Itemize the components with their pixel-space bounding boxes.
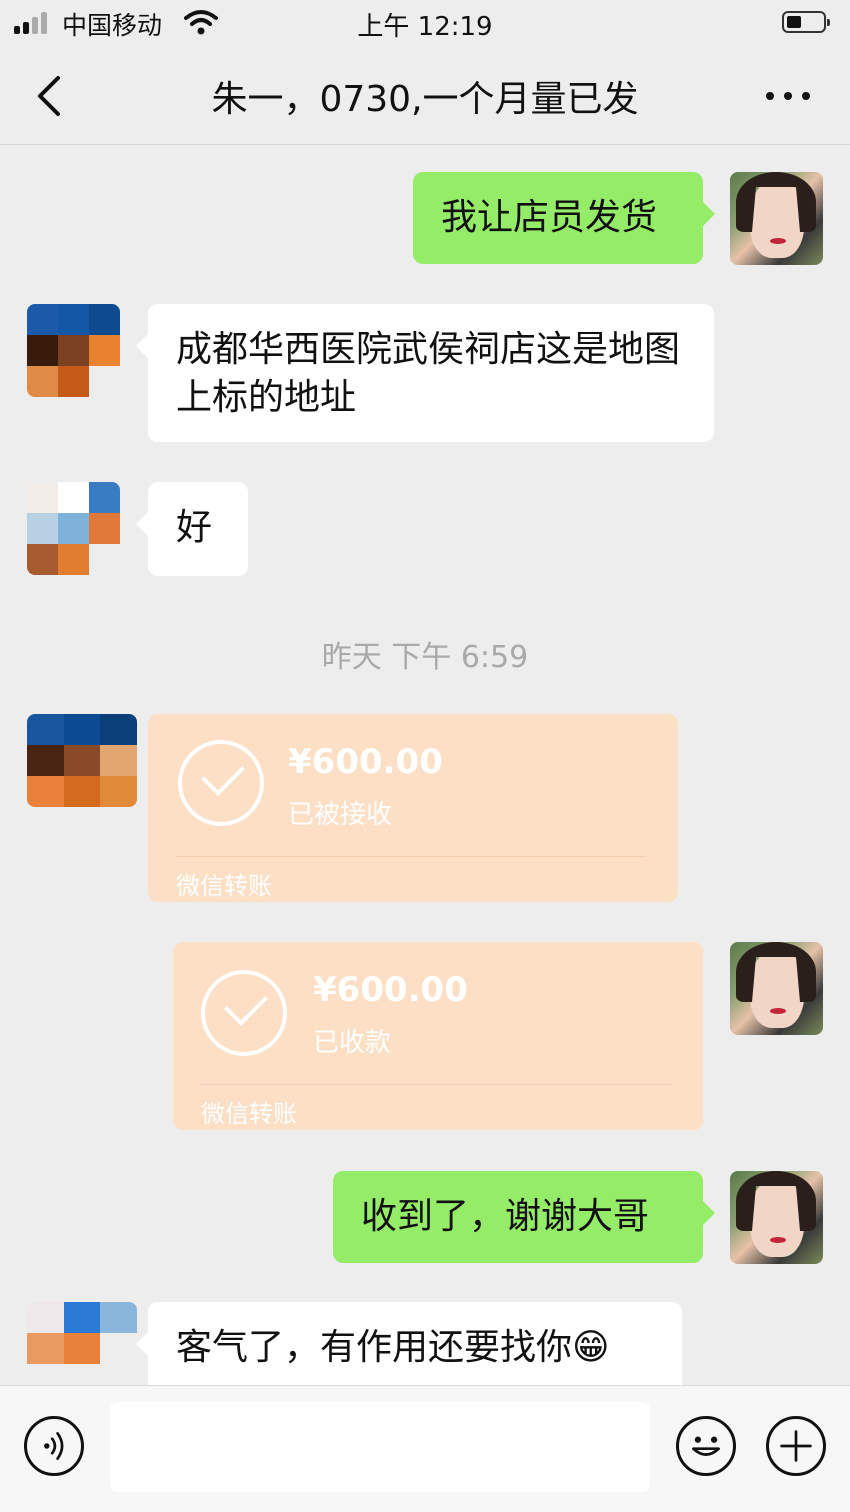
message-text: 成都华西医院武侯祠店这是地图上标的地址 <box>176 329 681 418</box>
transfer-amount: ¥600.00 <box>313 970 468 1010</box>
status-bar: 中国移动 上午 12:19 <box>0 0 850 48</box>
message-bubble-other[interactable]: 成都华西医院武侯祠店这是地图上标的地址 <box>136 304 714 442</box>
transfer-status: 已被接收 <box>288 800 393 830</box>
my-avatar[interactable] <box>730 1171 823 1264</box>
battery-icon <box>782 11 830 33</box>
input-bar <box>0 1385 850 1512</box>
smile-icon[interactable] <box>676 1416 736 1476</box>
transfer-label: 微信转账 <box>201 1100 297 1128</box>
check-circle-icon <box>201 970 287 1056</box>
check-circle-icon <box>178 740 264 826</box>
transfer-card-received[interactable]: ¥600.00 已被接收 微信转账 <box>148 714 678 902</box>
status-time: 上午 12:19 <box>357 12 493 42</box>
more-options-icon[interactable] <box>758 76 818 116</box>
message-text: 我让店员发货 <box>441 197 658 238</box>
plus-icon[interactable] <box>766 1416 826 1476</box>
my-avatar[interactable] <box>730 942 823 1035</box>
message-bubble-other[interactable]: 好 <box>136 482 248 576</box>
transfer-status: 已收款 <box>313 1028 392 1058</box>
message-bubble-other[interactable]: 客气了，有作用还要找你😁 <box>136 1302 682 1394</box>
chat-header: 朱一，0730,一个月量已发 <box>0 48 850 145</box>
contact-avatar[interactable] <box>27 1302 137 1395</box>
message-bubble-me[interactable]: 我让店员发货 <box>413 172 715 264</box>
message-bubble-me[interactable]: 收到了，谢谢大哥 <box>333 1171 715 1263</box>
transfer-card-collected[interactable]: ¥600.00 已收款 微信转账 <box>173 942 703 1130</box>
contact-avatar[interactable] <box>27 304 120 397</box>
chat-title: 朱一，0730,一个月量已发 <box>211 79 639 120</box>
message-text: 好 <box>176 507 213 548</box>
voice-icon[interactable] <box>24 1416 84 1476</box>
contact-avatar[interactable] <box>27 714 137 807</box>
contact-avatar[interactable] <box>27 482 120 575</box>
transfer-amount: ¥600.00 <box>288 742 443 782</box>
message-text: 客气了，有作用还要找你😁 <box>176 1327 610 1368</box>
transfer-label: 微信转账 <box>176 872 272 900</box>
my-avatar[interactable] <box>730 172 823 265</box>
message-input[interactable] <box>110 1402 650 1492</box>
message-text: 收到了，谢谢大哥 <box>361 1196 650 1237</box>
chat-timestamp: 昨天 下午 6:59 <box>321 640 529 675</box>
